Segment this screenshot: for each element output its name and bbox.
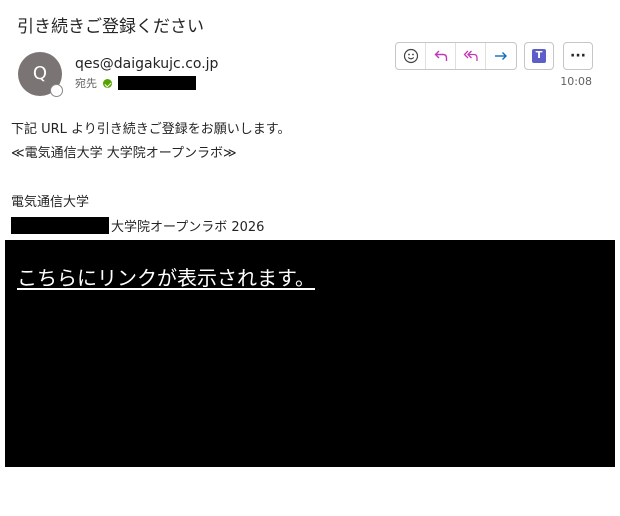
forward-icon: [495, 52, 507, 60]
emoji-button[interactable]: [396, 43, 426, 69]
received-time: 10:08: [560, 75, 592, 88]
more-actions-button[interactable]: ···: [563, 42, 593, 70]
sender-address[interactable]: qes@daigakujc.co.jp: [75, 56, 218, 72]
redacted-recipient: [118, 76, 196, 90]
teams-share-button[interactable]: T: [524, 42, 554, 70]
reply-icon: [434, 50, 447, 61]
link-banner: こちらにリンクが表示されます。: [5, 240, 615, 467]
body-university: 電気通信大学: [11, 195, 90, 210]
teams-icon: T: [532, 49, 546, 63]
presence-status-icon: [50, 84, 63, 97]
forward-button[interactable]: [486, 43, 516, 69]
verified-check-icon: [103, 78, 112, 88]
emoji-icon: [403, 48, 418, 64]
registration-link[interactable]: こちらにリンクが表示されます。: [17, 262, 315, 291]
reply-button[interactable]: [426, 43, 456, 69]
redacted-name: [11, 217, 109, 234]
body-event-title: ≪電気通信大学 大学院オープンラボ≫: [11, 146, 237, 161]
message-actions-toolbar: [395, 42, 517, 70]
reply-all-icon: [463, 50, 478, 61]
email-subject: 引き続きご登録ください: [17, 17, 204, 37]
reply-all-button[interactable]: [456, 43, 486, 69]
to-label: 宛先: [75, 77, 97, 90]
body-event-line: 大学院オープンラボ 2026: [11, 216, 264, 235]
body-instruction: 下記 URL より引き続きご登録をお願いします。: [11, 122, 291, 137]
event-name: 大学院オープンラボ 2026: [111, 220, 265, 235]
recipient-line: 宛先: [75, 75, 196, 91]
